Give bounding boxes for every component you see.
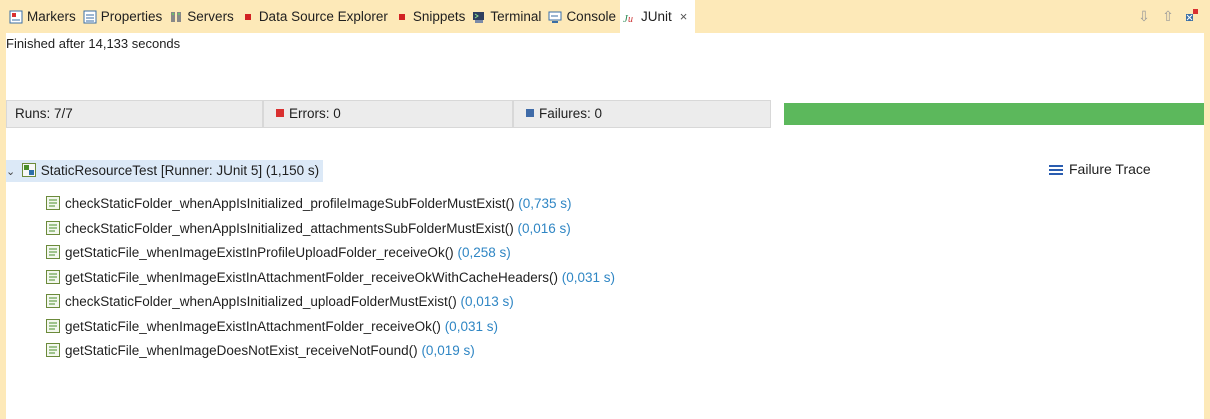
tab-label: JUnit xyxy=(640,9,672,24)
errors-counter: Errors: 0 xyxy=(263,100,513,128)
chevron-down-icon[interactable]: ⌄ xyxy=(6,161,18,183)
view-toolbar: ⇩ ⇧ xyxy=(1136,7,1200,25)
markers-icon xyxy=(9,10,23,24)
test-passed-icon xyxy=(46,269,60,284)
suite-label: StaticResourceTest [Runner: JUnit 5] xyxy=(40,163,263,178)
test-name: checkStaticFolder_whenAppIsInitialized_p… xyxy=(65,196,515,211)
test-passed-icon xyxy=(46,245,60,260)
progress-bar xyxy=(784,103,1204,125)
snippets-icon xyxy=(395,10,409,24)
svg-text:u: u xyxy=(628,14,633,24)
failure-trace-label: Failure Trace xyxy=(1069,161,1151,177)
runs-value: 7/7 xyxy=(54,106,73,121)
failures-value: 0 xyxy=(594,106,603,121)
properties-icon xyxy=(83,10,97,24)
test-row[interactable]: getStaticFile_whenImageExistInAttachment… xyxy=(46,267,615,289)
test-time: (0,013 s) xyxy=(460,294,514,309)
test-time: (0,258 s) xyxy=(457,245,511,260)
test-time: (0,031 s) xyxy=(444,318,498,334)
test-time: (0,031 s) xyxy=(561,269,616,285)
error-icon xyxy=(276,109,284,118)
tab-data-source-explorer[interactable]: Data Source Explorer xyxy=(238,0,392,33)
test-name: checkStaticFolder_whenAppIsInitialized_a… xyxy=(65,220,514,236)
view-tab-bar: Markers Properties Servers Data Source E… xyxy=(6,0,1204,33)
tab-markers[interactable]: Markers xyxy=(6,0,80,33)
runs-label: Runs: xyxy=(15,106,51,121)
test-row[interactable]: checkStaticFolder_whenAppIsInitialized_a… xyxy=(46,218,571,240)
errors-label: Errors: xyxy=(289,106,330,121)
tab-label: Servers xyxy=(187,9,234,24)
test-row[interactable]: getStaticFile_whenImageExistInAttachment… xyxy=(46,316,498,338)
terminal-icon xyxy=(472,10,486,24)
tab-snippets[interactable]: Snippets xyxy=(392,0,470,33)
tab-console[interactable]: Console xyxy=(545,0,620,33)
tab-junit[interactable]: Ju JUnit × xyxy=(619,0,696,33)
tab-label: Properties xyxy=(100,9,163,24)
test-time: (0,016 s) xyxy=(517,220,571,236)
test-time: (0,019 s) xyxy=(421,343,475,358)
tab-label: Console xyxy=(566,9,616,24)
suite-time: (1,150 s) xyxy=(265,163,320,178)
next-failure-icon[interactable]: ⇩ xyxy=(1136,7,1152,25)
test-name: getStaticFile_whenImageDoesNotExist_rece… xyxy=(65,343,418,358)
failures-counter: Failures: 0 xyxy=(513,100,771,128)
failure-icon xyxy=(526,109,534,118)
test-passed-icon xyxy=(46,294,60,309)
test-passed-icon xyxy=(46,343,60,358)
test-name: getStaticFile_whenImageExistInProfileUpl… xyxy=(65,245,454,260)
test-passed-icon xyxy=(46,196,60,211)
previous-failure-icon[interactable]: ⇧ xyxy=(1160,7,1176,25)
status-message: Finished after 14,133 seconds xyxy=(6,34,1204,54)
tree-root[interactable]: ⌄ StaticResourceTest [Runner: JUnit 5] (… xyxy=(6,160,324,183)
junit-view: Markers Properties Servers Data Source E… xyxy=(6,0,1204,419)
console-icon xyxy=(548,10,562,24)
failures-only-icon[interactable] xyxy=(1184,7,1200,25)
test-name: getStaticFile_whenImageExistInAttachment… xyxy=(65,318,441,334)
tab-label: Terminal xyxy=(490,9,542,24)
data-source-icon xyxy=(241,10,255,24)
test-row[interactable]: checkStaticFolder_whenAppIsInitialized_p… xyxy=(46,193,572,215)
junit-icon: Ju xyxy=(623,10,637,24)
close-icon[interactable]: × xyxy=(680,9,688,24)
stack-trace-icon xyxy=(1049,163,1063,177)
test-row[interactable]: getStaticFile_whenImageExistInProfileUpl… xyxy=(46,242,511,264)
tab-label: Snippets xyxy=(412,9,466,24)
tab-properties[interactable]: Properties xyxy=(80,0,167,33)
errors-value: 0 xyxy=(333,106,341,121)
servers-icon xyxy=(169,10,183,24)
failures-label: Failures: xyxy=(539,106,591,121)
test-time: (0,735 s) xyxy=(518,196,572,211)
test-passed-icon xyxy=(46,318,60,333)
tab-terminal[interactable]: Terminal xyxy=(469,0,545,33)
failure-trace-header: Failure Trace xyxy=(1049,158,1151,180)
tab-servers[interactable]: Servers xyxy=(166,0,238,33)
test-row[interactable]: checkStaticFolder_whenAppIsInitialized_u… xyxy=(46,291,514,313)
test-suite-icon xyxy=(21,163,36,178)
test-row[interactable]: getStaticFile_whenImageDoesNotExist_rece… xyxy=(46,340,475,362)
tab-label: Markers xyxy=(27,9,76,24)
test-name: getStaticFile_whenImageExistInAttachment… xyxy=(65,269,558,285)
test-name: checkStaticFolder_whenAppIsInitialized_u… xyxy=(65,294,457,309)
runs-counter: Runs: 7/7 xyxy=(6,100,263,128)
tab-label: Data Source Explorer xyxy=(258,9,388,24)
test-passed-icon xyxy=(46,220,60,235)
